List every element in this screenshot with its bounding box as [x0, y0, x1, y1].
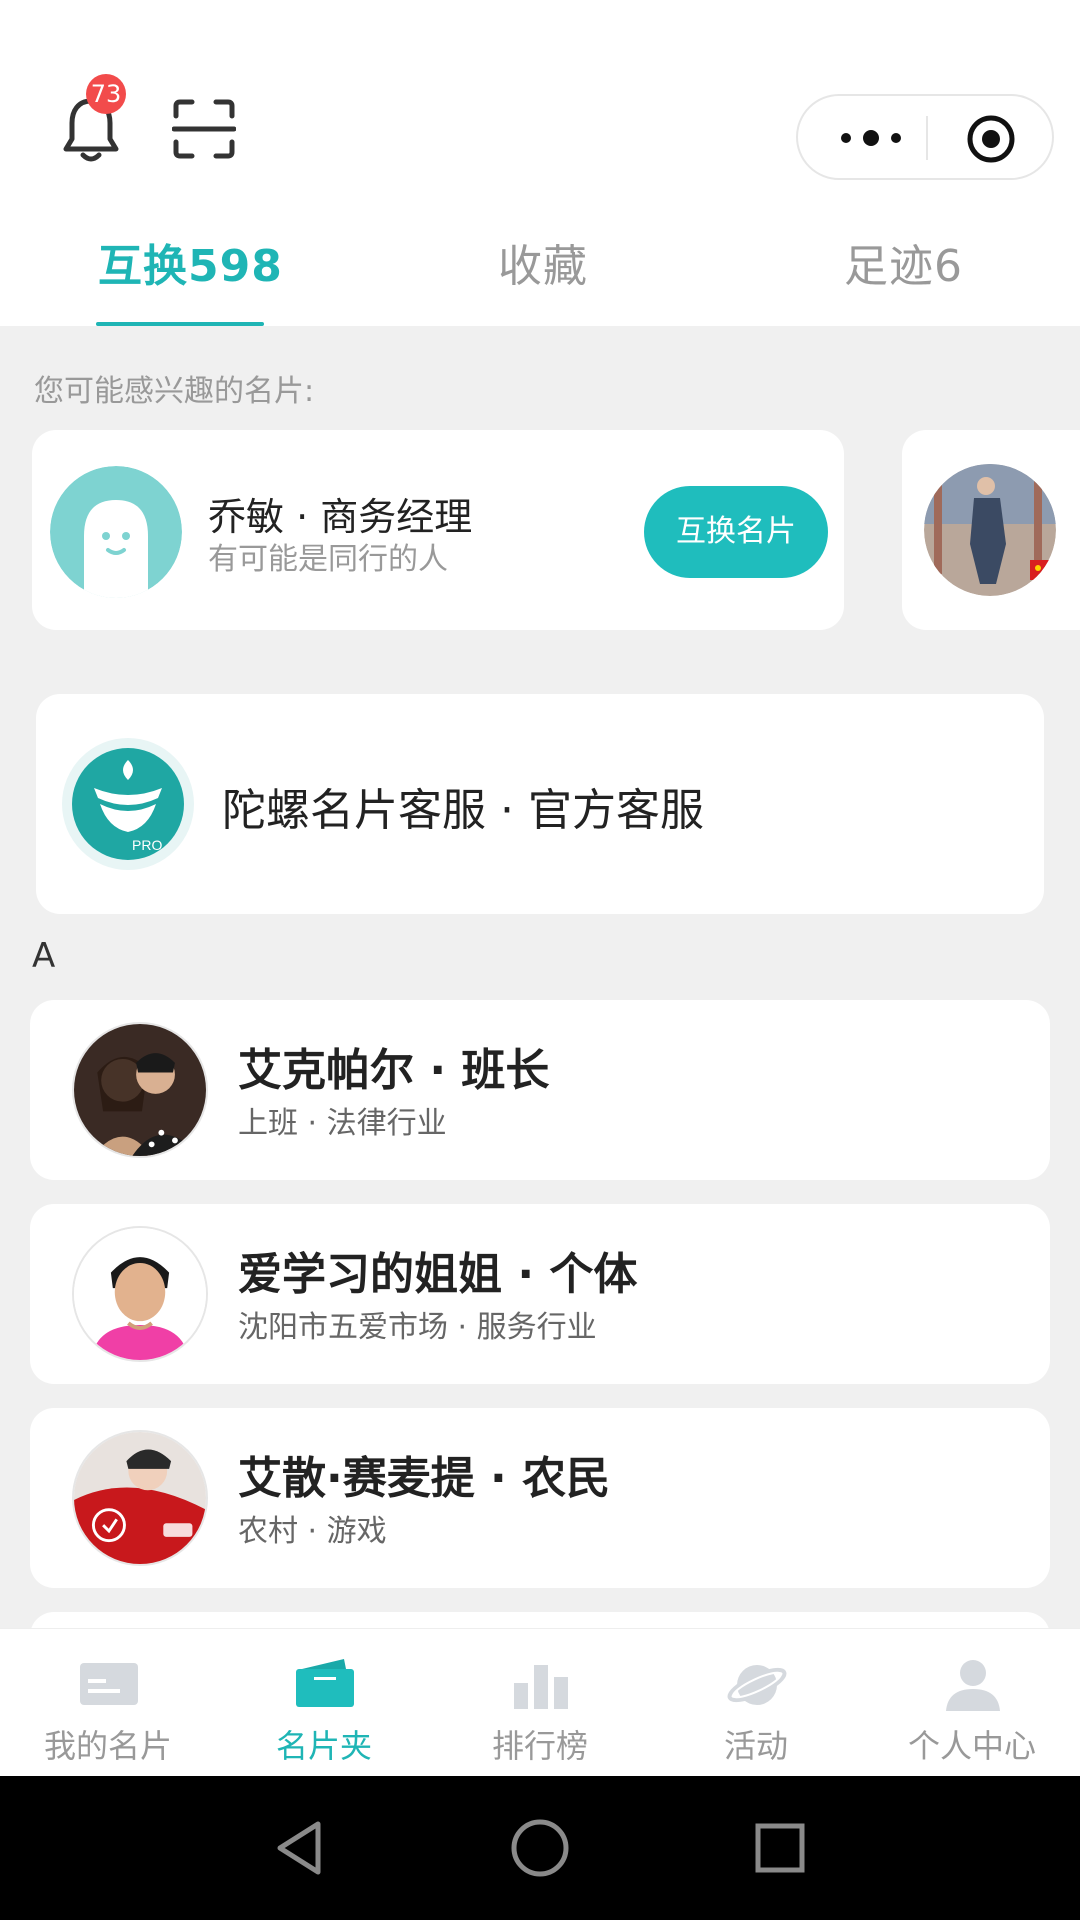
recommend-hint: 您可能感兴趣的名片:	[34, 374, 315, 409]
nav-label: 个人中心	[907, 1727, 1036, 1765]
nav-activity[interactable]: 活动	[648, 1629, 864, 1777]
nav-my-card[interactable]: 我的名片	[0, 1629, 216, 1777]
planet-icon	[727, 1665, 787, 1705]
more-dots-icon[interactable]	[836, 120, 906, 156]
header: 73 互换598 收藏 足迹6	[0, 0, 1080, 326]
tab-exchange[interactable]: 互换598	[98, 230, 283, 294]
top-tabs: 互换598 收藏 足迹6	[0, 220, 1080, 326]
wallet-icon	[296, 1659, 354, 1707]
service-label: 陀螺名片客服 · 官方客服	[222, 785, 704, 836]
bottom-tabbar: 我的名片 名片夹 排行榜 活动 个人中心	[0, 1628, 1080, 1776]
contact-name: 艾散·赛麦提 · 农民	[238, 1453, 611, 1504]
contact-avatar	[72, 1022, 208, 1158]
mini-program-capsule	[796, 94, 1054, 180]
contact-detail: 沈阳市五爱市场 · 服务行业	[238, 1310, 597, 1345]
ghost-avatar-icon	[50, 466, 182, 598]
contact-name: 爱学习的姐姐 · 个体	[238, 1249, 638, 1300]
person-photo-avatar	[924, 464, 1056, 596]
home-circle-icon[interactable]	[508, 1816, 572, 1880]
capsule-divider	[926, 116, 928, 160]
gyro-logo-icon: PRO	[62, 738, 194, 870]
contact-detail: 农村 · 游戏	[238, 1514, 387, 1549]
scan-icon[interactable]	[172, 98, 236, 160]
nav-label: 名片夹	[275, 1727, 372, 1765]
contact-card[interactable]: 艾散·赛麦提 · 农民 农村 · 游戏	[30, 1408, 1050, 1588]
contact-avatar	[72, 1226, 208, 1362]
contact-detail: 上班 · 法律行业	[238, 1106, 447, 1141]
recommend-card-next[interactable]	[902, 430, 1080, 630]
contact-card[interactable]: 艾克帕尔 · 班长 上班 · 法律行业	[30, 1000, 1050, 1180]
nav-label: 我的名片	[43, 1727, 172, 1765]
active-tab-indicator	[96, 322, 264, 326]
recommend-reason: 有可能是同行的人	[208, 542, 448, 577]
nav-ranking[interactable]: 排行榜	[432, 1629, 648, 1777]
logo-pro-tag: PRO	[132, 837, 162, 853]
person-icon	[946, 1660, 1000, 1711]
contact-card[interactable]: 爱学习的姐姐 · 个体 沈阳市五爱市场 · 服务行业	[30, 1204, 1050, 1384]
nav-card-holder[interactable]: 名片夹	[216, 1629, 432, 1777]
notification-badge: 73	[86, 74, 126, 114]
contact-avatar	[72, 1430, 208, 1566]
recommend-card[interactable]: 乔敏 · 商务经理 有可能是同行的人 互换名片	[32, 430, 844, 630]
recommend-name: 乔敏 · 商务经理	[208, 495, 473, 539]
tab-footprints[interactable]: 足迹6	[844, 230, 963, 294]
contact-name: 艾克帕尔 · 班长	[238, 1045, 550, 1096]
exchange-card-button[interactable]: 互换名片	[644, 486, 828, 578]
nav-profile[interactable]: 个人中心	[864, 1629, 1080, 1777]
back-triangle-icon[interactable]	[268, 1816, 332, 1880]
system-nav-bar	[0, 1776, 1080, 1920]
close-target-icon[interactable]	[966, 114, 1016, 164]
tab-favorites[interactable]: 收藏	[498, 230, 588, 294]
recents-square-icon[interactable]	[748, 1816, 812, 1880]
screen: 73 互换598 收藏 足迹6 您可能感兴趣的名片: 乔敏 · 商务经理 有可能…	[0, 0, 1080, 1920]
index-letter: A	[32, 936, 56, 976]
bar-chart-icon	[514, 1665, 568, 1709]
official-service-card[interactable]: PRO 陀螺名片客服 · 官方客服	[36, 694, 1044, 914]
nav-label: 排行榜	[491, 1727, 588, 1765]
nav-label: 活动	[723, 1727, 788, 1765]
card-icon	[80, 1663, 138, 1705]
